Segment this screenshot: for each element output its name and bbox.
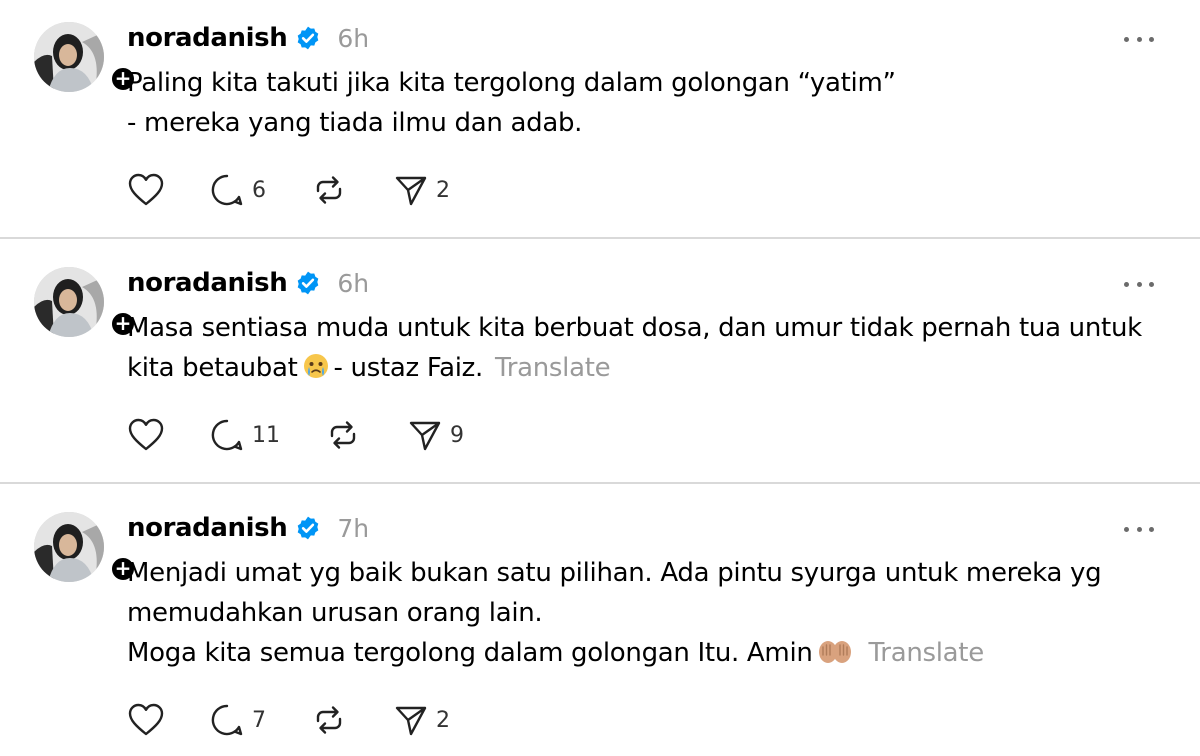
username[interactable]: noradanish xyxy=(127,268,288,298)
repost-icon xyxy=(316,706,342,734)
timestamp: 7h xyxy=(337,513,370,543)
timestamp: 6h xyxy=(337,268,370,298)
verified-badge-icon xyxy=(298,26,319,50)
send-icon xyxy=(409,421,441,451)
reply-button[interactable]: 11 xyxy=(210,415,280,455)
comment-icon xyxy=(211,174,243,206)
reply-button[interactable]: 6 xyxy=(210,170,266,210)
reply-count: 6 xyxy=(252,177,266,203)
username[interactable]: noradanish xyxy=(127,513,288,543)
post-text: Paling kita takuti jika kita tergolong d… xyxy=(127,63,1187,143)
like-button[interactable] xyxy=(128,415,164,455)
share-count: 2 xyxy=(436,177,450,203)
post-header: noradanish 6h xyxy=(127,21,369,55)
share-count: 9 xyxy=(450,422,464,448)
translate-link[interactable]: Translate xyxy=(495,353,611,383)
post-text-line: - mereka yang tiada ilmu dan adab. xyxy=(127,108,583,138)
post-header: noradanish 6h xyxy=(127,266,369,300)
repost-button[interactable] xyxy=(326,415,360,455)
post-text-segment: kita betaubat xyxy=(127,353,298,383)
more-options-icon[interactable] xyxy=(1124,524,1154,534)
verified-badge-icon xyxy=(298,516,319,540)
post-text-line: Masa sentiasa muda untuk kita berbuat do… xyxy=(127,313,1142,343)
heart-icon xyxy=(128,418,164,451)
heart-icon xyxy=(128,173,164,206)
send-icon xyxy=(395,706,427,736)
praying-hands-emoji xyxy=(818,641,851,663)
avatar-image xyxy=(34,267,104,337)
reply-button[interactable]: 7 xyxy=(210,700,266,740)
avatar-image xyxy=(34,22,104,92)
divider xyxy=(0,237,1200,239)
crying-face-emoji xyxy=(303,354,328,378)
avatar[interactable]: + xyxy=(34,267,137,338)
translate-link[interactable]: Translate xyxy=(869,638,985,668)
more-options-icon[interactable] xyxy=(1124,34,1154,44)
share-count: 2 xyxy=(436,707,450,733)
divider xyxy=(0,482,1200,484)
avatar[interactable]: + xyxy=(34,22,137,93)
repost-icon xyxy=(316,176,342,204)
send-icon xyxy=(395,176,427,206)
post-text-segment: Moga kita semua tergolong dalam golongan… xyxy=(127,638,813,668)
username[interactable]: noradanish xyxy=(127,23,288,53)
repost-button[interactable] xyxy=(312,700,346,740)
post-text-line: Moga kita semua tergolong dalam golongan… xyxy=(127,633,1187,673)
post-text-line: memudahkan urusan orang lain. xyxy=(127,598,543,628)
post-text: Masa sentiasa muda untuk kita berbuat do… xyxy=(127,308,1187,388)
post-text-segment: - ustaz Faiz. xyxy=(333,353,484,383)
reply-count: 7 xyxy=(252,707,266,733)
heart-icon xyxy=(128,703,164,736)
avatar[interactable]: + xyxy=(34,512,137,583)
avatar-image xyxy=(34,512,104,582)
repost-button[interactable] xyxy=(312,170,346,210)
repost-icon xyxy=(330,421,356,449)
like-button[interactable] xyxy=(128,700,164,740)
verified-badge-icon xyxy=(298,271,319,295)
reply-count: 11 xyxy=(252,422,280,448)
post-header: noradanish 7h xyxy=(127,511,369,545)
post-text: Menjadi umat yg baik bukan satu pilihan.… xyxy=(127,553,1187,673)
share-button[interactable]: 2 xyxy=(394,700,450,740)
more-options-icon[interactable] xyxy=(1124,279,1154,289)
post-text-line: Menjadi umat yg baik bukan satu pilihan.… xyxy=(127,558,1102,588)
post-text-line: Paling kita takuti jika kita tergolong d… xyxy=(127,68,896,98)
comment-icon xyxy=(211,704,243,736)
timestamp: 6h xyxy=(337,23,370,53)
like-button[interactable] xyxy=(128,170,164,210)
share-button[interactable]: 2 xyxy=(394,170,450,210)
share-button[interactable]: 9 xyxy=(408,415,464,455)
post-text-line: kita betaubat - ustaz Faiz. Translate xyxy=(127,348,1187,388)
comment-icon xyxy=(211,419,243,451)
